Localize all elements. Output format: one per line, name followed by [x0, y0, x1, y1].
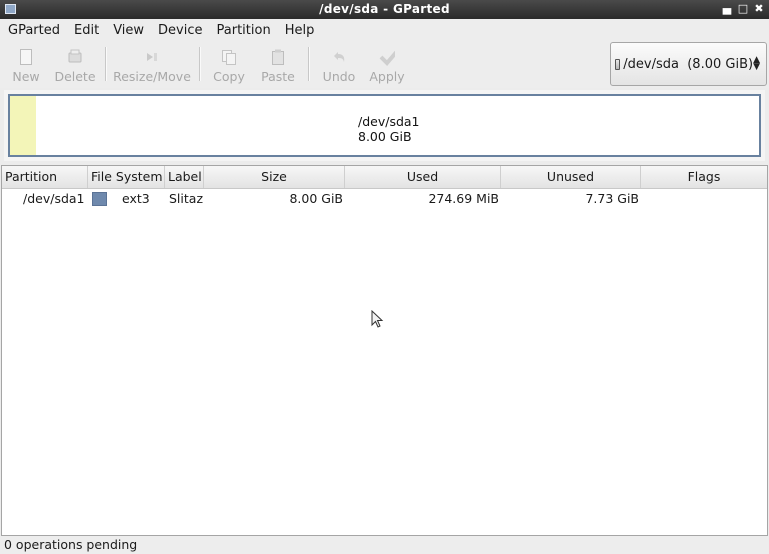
paste-button-label: Paste — [261, 69, 295, 84]
toolbar-separator — [105, 47, 107, 81]
menu-help[interactable]: Help — [277, 23, 321, 38]
copy-icon — [221, 49, 237, 65]
resize-move-button-label: Resize/Move — [113, 69, 191, 84]
new-document-icon — [18, 49, 34, 65]
filesystem-color-swatch — [92, 192, 107, 206]
device-selector[interactable]: /dev/sda (8.00 GiB) ▲ ▼ — [610, 42, 767, 86]
harddisk-icon — [615, 58, 621, 70]
new-button[interactable]: New — [12, 43, 40, 85]
cell-label: Slitaz — [169, 191, 204, 206]
column-header-partition[interactable]: Partition — [2, 166, 88, 188]
delete-button-label: Delete — [54, 69, 96, 84]
window-title: /dev/sda - GParted — [319, 2, 450, 16]
partition-table: Partition File System Label Size Used Un… — [1, 165, 768, 536]
apply-button[interactable]: Apply — [369, 43, 405, 85]
copy-button-label: Copy — [213, 69, 245, 84]
maximize-icon[interactable]: □ — [737, 1, 749, 17]
paste-button[interactable]: Paste — [261, 43, 295, 85]
minimize-icon[interactable]: ▄ — [721, 1, 733, 17]
menu-gparted[interactable]: GParted — [0, 23, 66, 38]
partition-block-size: 8.00 GiB — [358, 129, 412, 144]
resize-move-button[interactable]: Resize/Move — [113, 43, 191, 85]
cell-unused: 7.73 GiB — [585, 191, 639, 206]
column-header-size[interactable]: Size — [204, 166, 345, 188]
apply-button-label: Apply — [369, 69, 405, 84]
column-header-unused[interactable]: Unused — [501, 166, 641, 188]
status-bar: 0 operations pending — [0, 536, 769, 554]
disk-graph: /dev/sda1 8.00 GiB — [4, 90, 765, 161]
table-header: Partition File System Label Size Used Un… — [2, 166, 767, 189]
window-controls: ▄ □ ✖ — [721, 1, 765, 17]
cell-used: 274.69 MiB — [428, 191, 499, 206]
toolbar-separator — [308, 47, 310, 81]
cell-flags — [641, 189, 767, 209]
delete-button[interactable]: Delete — [54, 43, 96, 85]
used-space-bar — [10, 96, 36, 155]
column-header-filesystem[interactable]: File System — [88, 166, 165, 188]
close-icon[interactable]: ✖ — [753, 1, 765, 17]
mouse-pointer-icon — [371, 309, 385, 333]
column-header-label[interactable]: Label — [165, 166, 204, 188]
column-header-used[interactable]: Used — [345, 166, 501, 188]
partition-block-name: /dev/sda1 — [358, 114, 420, 129]
delete-icon — [67, 49, 83, 65]
cell-partition: /dev/sda1 — [23, 191, 85, 206]
title-bar: /dev/sda - GParted ▄ □ ✖ — [0, 0, 769, 19]
undo-icon — [331, 49, 347, 65]
undo-button-label: Undo — [322, 69, 356, 84]
menu-view[interactable]: View — [105, 23, 150, 38]
copy-button[interactable]: Copy — [213, 43, 245, 85]
paste-icon — [270, 49, 286, 65]
checkmark-icon — [379, 49, 395, 66]
cell-filesystem: ext3 — [122, 191, 150, 206]
menu-edit[interactable]: Edit — [66, 23, 105, 38]
table-row[interactable]: /dev/sda1 ext3 Slitaz 8.00 GiB 274.69 Mi… — [2, 189, 767, 209]
resize-move-icon — [144, 49, 160, 65]
undo-button[interactable]: Undo — [321, 43, 357, 85]
partition-block-label: /dev/sda1 8.00 GiB — [358, 114, 420, 144]
device-selector-value: /dev/sda (8.00 GiB) — [623, 56, 754, 72]
chevron-updown-icon: ▲ ▼ — [753, 55, 760, 72]
menu-partition[interactable]: Partition — [209, 23, 277, 38]
status-text: 0 operations pending — [4, 537, 138, 552]
menu-bar: GParted Edit View Device Partition Help — [0, 19, 769, 41]
menu-device[interactable]: Device — [150, 23, 208, 38]
column-header-flags[interactable]: Flags — [641, 166, 767, 188]
new-button-label: New — [12, 69, 40, 84]
toolbar-separator — [199, 47, 201, 81]
partition-block-sda1[interactable]: /dev/sda1 8.00 GiB — [8, 94, 761, 157]
cell-size: 8.00 GiB — [289, 191, 343, 206]
